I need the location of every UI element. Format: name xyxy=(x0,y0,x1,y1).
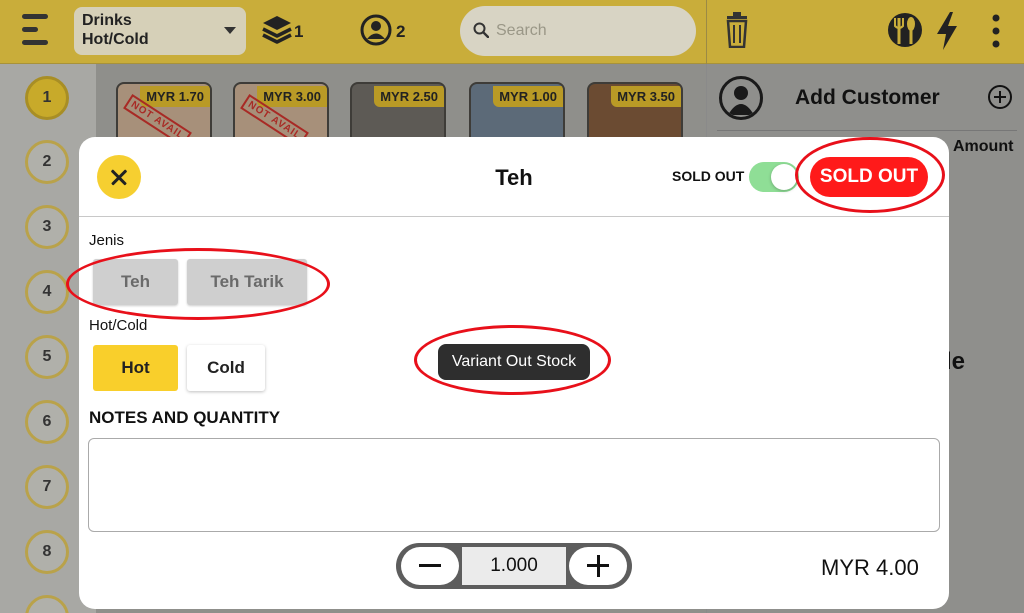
increment-button[interactable] xyxy=(569,547,627,585)
trash-icon[interactable] xyxy=(725,12,749,48)
divider xyxy=(717,130,1017,131)
product-price: MYR 1.00 xyxy=(493,86,563,107)
add-customer-label[interactable]: Add Customer xyxy=(795,86,940,110)
table-number-button[interactable]: 7 xyxy=(25,465,69,509)
search-bar[interactable] xyxy=(460,6,696,56)
item-total-price: MYR 4.00 xyxy=(821,555,919,580)
table-number-button[interactable]: 5 xyxy=(25,335,69,379)
minus-icon xyxy=(419,564,441,567)
variant-out-stock-tooltip: Variant Out Stock xyxy=(438,344,590,380)
user-icon xyxy=(360,14,392,46)
decrement-button[interactable] xyxy=(401,547,459,585)
layers-count: 1 xyxy=(294,22,304,41)
search-input[interactable] xyxy=(496,18,676,44)
customer-avatar-icon[interactable] xyxy=(719,76,763,120)
top-bar-right xyxy=(706,0,1024,64)
product-price: MYR 3.50 xyxy=(611,86,681,107)
sold-out-toggle[interactable] xyxy=(749,162,799,192)
table-number-button[interactable]: 3 xyxy=(25,205,69,249)
search-icon xyxy=(473,22,489,38)
add-customer-plus-icon[interactable] xyxy=(988,85,1012,109)
variant-group-label: Jenis xyxy=(89,232,125,249)
sold-out-button[interactable]: SOLD OUT xyxy=(810,157,928,197)
orders-layers-button[interactable]: 1 xyxy=(262,14,308,48)
header-divider xyxy=(79,216,949,217)
amount-column-header: Amount xyxy=(953,138,1014,155)
quantity-stepper: 1.000 xyxy=(396,543,632,589)
notes-field[interactable] xyxy=(88,438,940,532)
product-price: MYR 1.70 xyxy=(140,86,210,107)
hamburger-menu-icon[interactable] xyxy=(22,14,52,48)
category-line-2: Hot/Cold xyxy=(82,31,149,48)
product-price: MYR 3.00 xyxy=(257,86,327,107)
product-price: MYR 2.50 xyxy=(374,86,444,107)
chevron-down-icon xyxy=(224,27,236,34)
customers-count: 2 xyxy=(396,22,406,41)
quantity-value[interactable]: 1.000 xyxy=(462,547,566,585)
table-number-button[interactable]: 8 xyxy=(25,530,69,574)
variant-group-label: Hot/Cold xyxy=(89,317,148,334)
lightning-icon[interactable] xyxy=(935,12,959,50)
more-vertical-icon[interactable] xyxy=(991,14,1001,48)
variant-option-hot[interactable]: Hot xyxy=(93,345,178,391)
table-number-button[interactable]: 4 xyxy=(25,270,69,314)
sold-out-toggle-label: SOLD OUT xyxy=(672,168,745,184)
toggle-knob xyxy=(771,164,797,190)
table-number-button[interactable] xyxy=(25,595,69,613)
notes-section-title: NOTES AND QUANTITY xyxy=(89,408,281,427)
variant-option-teh-tarik[interactable]: Teh Tarik xyxy=(187,259,307,305)
table-number-button[interactable]: 2 xyxy=(25,140,69,184)
table-number-button[interactable]: 6 xyxy=(25,400,69,444)
category-line-1: Drinks xyxy=(82,12,132,29)
variant-option-cold[interactable]: Cold xyxy=(187,345,265,391)
item-variant-modal: Teh SOLD OUT SOLD OUT Jenis Teh Teh Tari… xyxy=(79,137,949,609)
variant-option-teh[interactable]: Teh xyxy=(93,259,178,305)
top-bar: Drinks Hot/Cold 1 2 xyxy=(0,0,1024,64)
table-number-button[interactable]: 1 xyxy=(25,76,69,120)
layers-icon xyxy=(262,16,292,44)
category-dropdown[interactable]: Drinks Hot/Cold xyxy=(74,7,246,55)
dine-in-icon[interactable] xyxy=(887,10,923,50)
plus-icon-v xyxy=(596,555,600,577)
customers-button[interactable]: 2 xyxy=(360,14,410,48)
